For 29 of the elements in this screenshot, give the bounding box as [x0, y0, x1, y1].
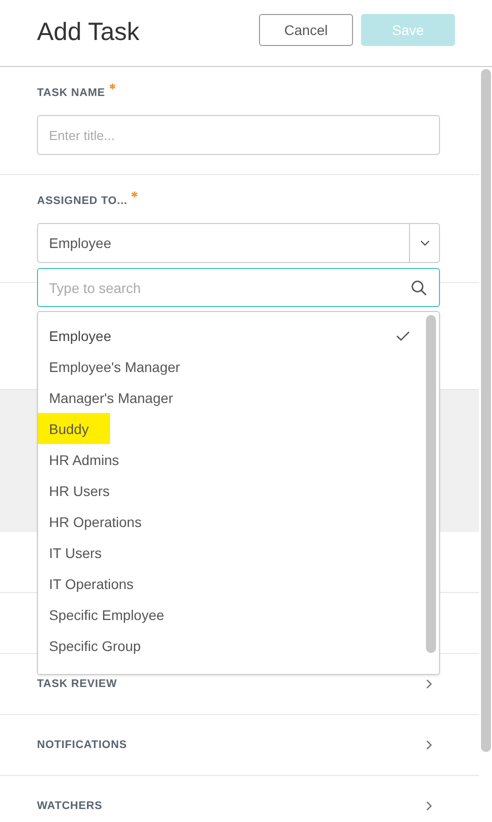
option-item[interactable]: Manager's Manager	[38, 382, 439, 413]
option-item[interactable]: Employee	[38, 320, 439, 351]
search-field[interactable]: Type to search	[37, 268, 440, 307]
option-item[interactable]: Buddy	[38, 413, 439, 444]
option-item[interactable]: HR Operations	[38, 506, 439, 537]
option-item[interactable]: HR Users	[38, 475, 439, 506]
page-title: Add Task	[37, 18, 140, 46]
section-title: NOTIFICATIONS	[37, 739, 127, 751]
scrollbar-thumb[interactable]	[481, 69, 491, 752]
field-label: TASK NAME	[37, 87, 106, 99]
option-item[interactable]: IT Users	[38, 537, 439, 568]
scrollbar-thumb[interactable]	[426, 315, 436, 653]
option-item[interactable]: Specific Employee	[38, 599, 439, 630]
search-icon	[411, 280, 427, 296]
chevron-right-icon	[426, 801, 432, 811]
caret-icon	[420, 240, 430, 246]
option-item[interactable]: Employee's Manager	[38, 351, 439, 382]
option-item[interactable]: IT Operations	[38, 568, 439, 599]
field-label: ASSIGNED TO...	[37, 195, 128, 207]
section-title: WATCHERS	[37, 800, 102, 812]
title-input[interactable]: Enter title...	[37, 115, 440, 155]
check-icon	[396, 330, 410, 340]
assignee-dropdown[interactable]: Employee	[37, 223, 440, 263]
option-item[interactable]: Specific Group	[38, 630, 439, 661]
option-item[interactable]: HR Admins	[38, 444, 439, 475]
chevron-right-icon	[426, 740, 432, 750]
section-title: TASK REVIEW	[37, 678, 117, 690]
cancel-button[interactable]: Cancel	[259, 14, 353, 46]
chevron-right-icon	[426, 679, 432, 689]
